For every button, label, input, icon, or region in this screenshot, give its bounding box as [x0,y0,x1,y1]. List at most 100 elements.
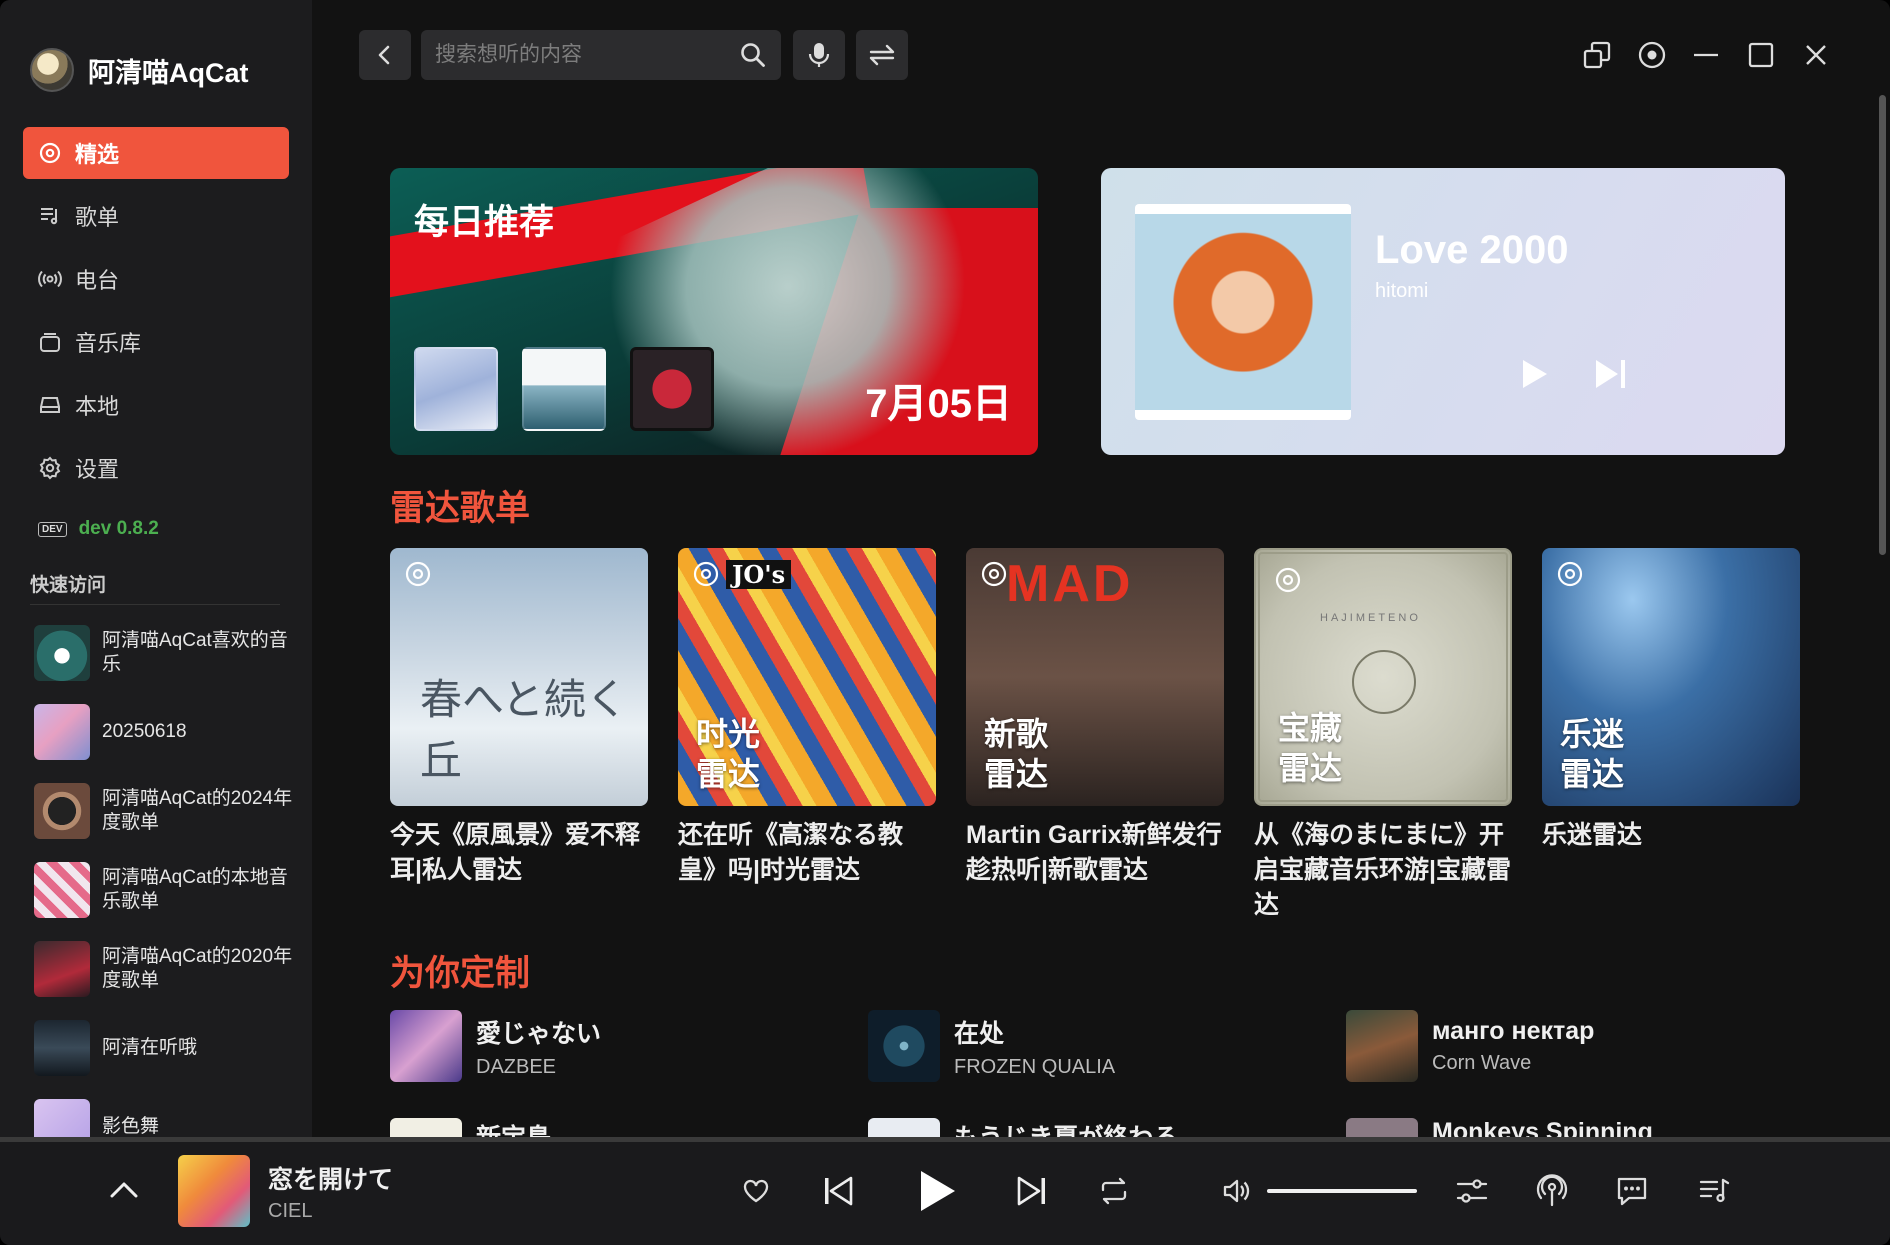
radar-card[interactable]: JO's 时光雷达 还在听《高潔なる教皇》吗|时光雷达 [678,548,936,888]
equalizer-button[interactable] [1454,1173,1490,1209]
radar-card[interactable]: HAJIMETENO 宝藏 雷达 从《海のまにまに》开启宝藏音乐环游|宝藏雷达 [1254,548,1512,923]
cover-text: JO's [726,560,792,589]
search-icon[interactable] [739,41,767,69]
play-icon [921,1171,955,1211]
radar-section-title: 雷达歌单 [390,489,531,528]
skip-next-icon [1596,360,1625,388]
sidebar-item-label: 音乐库 [75,331,142,356]
radar-tag-line: 时光 [696,716,761,752]
album-art [1135,204,1351,420]
song-info: 愛じゃない DAZBEE [476,1014,601,1079]
now-playing-card[interactable]: Love 2000 hitomi [1101,168,1785,455]
gear-icon [37,455,63,481]
sidebar-item-library[interactable]: 音乐库 [23,316,289,368]
user-profile[interactable]: 阿清喵AqCat [30,48,249,92]
next-button[interactable] [1589,352,1633,396]
sidebar-item-settings[interactable]: 设置 [23,442,289,494]
quick-access-item[interactable]: 阿清喵AqCat的本地音乐歌单 [34,862,294,918]
song-item[interactable]: 愛じゃない DAZBEE [390,1010,601,1082]
quick-access-label: 20250618 [102,721,187,742]
quick-access-label: 阿清喵AqCat喜欢的音乐 [102,630,288,675]
comments-button[interactable] [1614,1172,1650,1210]
radar-card[interactable]: 春へと続く丘 今天《原風景》爱不释耳|私人雷达 [390,548,648,888]
cover-text: MAD [1006,555,1134,613]
sidebar-item-playlists[interactable]: 歌单 [23,190,289,242]
play-icon [1523,360,1547,388]
drive-icon [37,392,63,418]
radar-icon [1557,561,1583,587]
playlist-icon [37,203,63,229]
mini-mode-button[interactable] [1572,30,1622,80]
radar-description: 今天《原風景》爱不释耳|私人雷达 [390,821,641,884]
current-artist[interactable]: CIEL [268,1200,312,1223]
next-button[interactable] [1012,1171,1052,1211]
divider [30,604,280,605]
comment-icon [1617,1177,1647,1206]
quick-access-item[interactable]: 20250618 [34,704,294,760]
song-title: 在处 [954,1019,1005,1048]
volume-slider[interactable] [1267,1189,1417,1193]
radar-card[interactable]: MAD 新歌 雷达 Martin Garrix新鲜发行趁热听|新歌雷达 [966,548,1224,888]
queue-button[interactable] [1696,1173,1732,1209]
radar-cover: JO's 时光雷达 [678,548,936,806]
search-input[interactable] [435,43,739,67]
maximize-button[interactable] [1736,30,1786,80]
playback-progress[interactable] [0,1137,1890,1142]
quick-access-item[interactable]: 阿清喵AqCat的2020年度歌单 [34,941,294,997]
quick-access-item[interactable]: 阿清喵AqCat的2024年度歌单 [34,783,294,839]
quick-access-item[interactable]: 阿清喵AqCat喜欢的音乐 [34,625,294,681]
broadcast-button[interactable] [1534,1170,1570,1210]
expand-player-button[interactable] [106,1172,142,1208]
daily-covers [414,347,714,431]
maximize-icon [1748,42,1774,68]
radar-description: Martin Garrix新鲜发行趁热听|新歌雷达 [966,821,1222,884]
play-pause-button[interactable] [912,1164,962,1218]
current-song-title[interactable]: 窓を開けて [268,1160,393,1196]
scrollbar[interactable] [1879,95,1886,555]
current-album-art[interactable] [178,1155,250,1227]
mini-window-icon [1583,41,1611,69]
close-button[interactable] [1791,30,1841,80]
daily-recommend-card[interactable]: 每日推荐 7月05日 [390,168,1038,455]
radar-tag-line: 宝藏 [1278,710,1343,746]
song-item[interactable]: 在处 FROZEN QUALIA [868,1010,1115,1082]
repeat-button[interactable] [1096,1173,1132,1209]
radar-tag: 时光 雷达 [696,714,760,794]
daily-title: 每日推荐 [414,203,555,242]
library-icon [37,329,63,355]
record-button[interactable] [1627,30,1677,80]
sidebar-item-local[interactable]: 本地 [23,379,289,431]
song-title: Love 2000 [1375,228,1569,272]
minimize-icon [1694,53,1718,57]
radar-card[interactable]: 乐迷 雷达 乐迷雷达 [1542,548,1800,853]
radar-cover: HAJIMETENO 宝藏 雷达 [1254,548,1512,806]
sidebar-item-featured[interactable]: 精选 [23,127,289,179]
version-label: dev 0.8.2 [78,518,159,539]
sidebar-item-radio[interactable]: 电台 [23,253,289,305]
song-title: манго нектар [1432,1017,1595,1045]
radar-cover: 乐迷 雷达 [1542,548,1800,806]
play-button[interactable] [1513,352,1557,396]
radar-icon [405,561,431,587]
sidebar-item-label: 电台 [75,268,120,293]
back-button[interactable] [359,30,411,80]
switch-button[interactable] [856,30,908,80]
dev-badge: DEV [38,521,67,537]
song-item[interactable]: манго нектар Corn Wave [1346,1010,1594,1082]
quick-access-item[interactable]: 阿清在听哦 [34,1020,294,1076]
volume-button[interactable] [1220,1173,1254,1209]
song-cover [868,1010,940,1082]
like-button[interactable] [738,1174,774,1208]
radar-tag-line: 新歌 [984,716,1049,752]
sidebar-nav: 精选 歌单 电台 音乐库 本地 设置 [23,127,289,505]
repeat-icon [1101,1177,1127,1205]
radar-description: 还在听《高潔なる教皇》吗|时光雷达 [678,821,904,884]
previous-button[interactable] [818,1171,858,1211]
minimize-button[interactable] [1681,30,1731,80]
radar-tag-line: 雷达 [696,756,761,792]
swap-arrows-icon [869,44,895,66]
song-cover [1346,1010,1418,1082]
voice-search-button[interactable] [793,30,845,80]
radar-tag-line: 雷达 [1560,756,1625,792]
sliders-icon [1456,1179,1488,1203]
